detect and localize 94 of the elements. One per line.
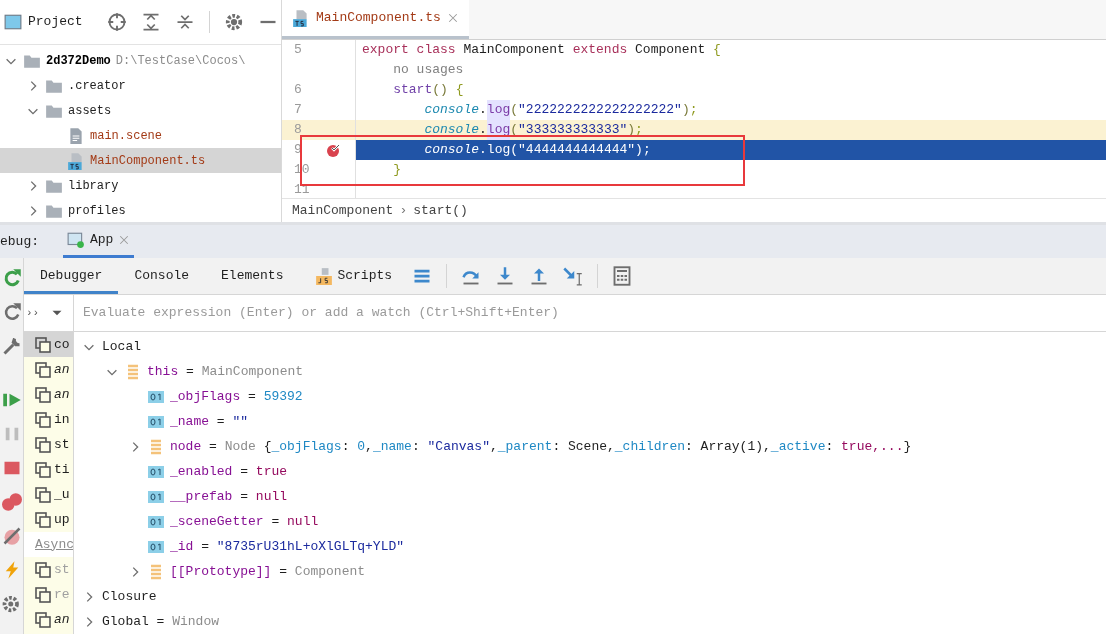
line-number: 6 (294, 81, 302, 100)
code-line: } (392, 161, 402, 180)
primitive-icon (148, 538, 164, 555)
variable-row-text: _id = "8735rU31hL+oXlGLTq+YLD" (170, 537, 405, 556)
wrench-icon[interactable] (1, 336, 22, 356)
primitive-icon (148, 463, 164, 480)
tree-item[interactable]: 2d372Demo D:\TestCase\Cocos\ (0, 48, 281, 73)
mute-breakpoints-icon[interactable] (1, 526, 22, 546)
debugger-tab[interactable]: Scripts (299, 258, 409, 294)
frame-item[interactable]: in (24, 407, 73, 432)
breakpoint-icon[interactable] (326, 142, 342, 158)
frame-icon (35, 386, 51, 403)
calculator-icon[interactable] (612, 266, 633, 286)
item-name: library (68, 177, 119, 195)
primitive-icon (148, 513, 164, 530)
frame-icon (35, 436, 51, 453)
item-path: D:\TestCase\Cocos\ (115, 52, 246, 70)
run-to-cursor-icon[interactable] (563, 266, 584, 286)
settings-icon[interactable] (223, 12, 244, 32)
object-icon (148, 438, 164, 455)
frame-item[interactable]: _u (24, 482, 73, 507)
frame-item[interactable]: an (24, 357, 73, 382)
item-name: MainComponent.ts (90, 152, 206, 170)
typescript-file-icon (67, 151, 85, 170)
primitive-icon (148, 413, 164, 430)
debugger-tab[interactable]: Elements (205, 258, 300, 294)
variable-row-text: Global = Window (102, 612, 220, 631)
variable-row-text: __prefab = null (170, 487, 288, 506)
frame-item[interactable]: st (24, 432, 73, 457)
debugger-tab[interactable]: Console (118, 258, 206, 294)
line-number: 5 (294, 41, 302, 60)
item-name: 2d372Demo (46, 52, 111, 70)
window-icon (4, 13, 22, 31)
variable-row-text: Local (102, 337, 141, 356)
panel-title: Project (28, 13, 83, 32)
frame-icon (35, 461, 51, 478)
object-icon (148, 563, 164, 580)
frame-item[interactable]: an (24, 607, 73, 632)
item-name: profiles (68, 202, 126, 220)
frame-item[interactable]: an (24, 382, 73, 407)
variable-row-text: _sceneGetter = null (170, 512, 319, 531)
variable-row-text: this = MainComponent (147, 362, 304, 381)
frame-icon (35, 361, 51, 378)
frame-icon (35, 561, 51, 578)
async-header: Async (24, 532, 73, 557)
tree-item[interactable]: MainComponent.ts (0, 148, 281, 173)
usage-hint: no usages (392, 61, 465, 80)
primitive-icon (148, 388, 164, 405)
crosshair-icon[interactable] (106, 12, 127, 32)
frame-item[interactable]: ti (24, 457, 73, 482)
variable-row-text: _enabled = true (170, 462, 288, 481)
tree-item[interactable]: assets (0, 98, 281, 123)
code-line: export class MainComponent extends Component { (361, 41, 722, 60)
frame-item[interactable]: co (24, 332, 73, 357)
breadcrumb-separator: › (399, 201, 408, 220)
tree-item[interactable]: library (0, 173, 281, 198)
step-into-icon[interactable] (495, 266, 516, 286)
object-icon (125, 363, 141, 380)
frame-icon (35, 511, 51, 528)
breadcrumb-item[interactable]: MainComponent (292, 200, 394, 221)
breadcrumb-item[interactable]: start() (413, 200, 468, 221)
frame-icon (35, 611, 51, 628)
tree-item[interactable]: main.scene (0, 123, 281, 148)
app-window-icon (67, 231, 85, 249)
code-line: start() { (392, 81, 465, 100)
item-name: main.scene (90, 127, 162, 145)
item-name: assets (68, 102, 112, 120)
editor-tab[interactable]: MainComponent.ts (282, 0, 469, 39)
tree-item[interactable]: .creator (0, 73, 281, 98)
line-number: 8 (294, 121, 302, 140)
frame-icon (35, 411, 51, 428)
typescript-file-icon (292, 8, 310, 27)
debug-label: ebug: (0, 232, 39, 251)
expand-button[interactable]: ›› (26, 304, 40, 322)
variable-row-text: [[Prototype]] = Component (170, 562, 366, 581)
close-icon[interactable] (446, 11, 459, 24)
line-number: 7 (294, 101, 302, 120)
variable-row-text: Closure (102, 587, 157, 606)
tree-item[interactable]: profiles (0, 198, 281, 222)
frame-icon (35, 486, 51, 503)
variable-row-text: _name = "" (170, 412, 249, 431)
primitive-icon (148, 488, 164, 505)
document-icon (67, 126, 85, 145)
frame-item[interactable]: up (24, 507, 73, 532)
variable-row-text: _objFlags = 59392 (170, 387, 303, 406)
variable-row-text: node = Node {_objFlags: 0,_name: "Canvas",_parent: Scene,_children: Array(1),_active: true,...} (170, 437, 912, 456)
breakpoints-icon[interactable] (1, 492, 22, 512)
frame-icon (35, 586, 51, 603)
step-out-icon[interactable] (529, 266, 550, 286)
frame-icon (35, 336, 51, 353)
code-line: console.log("2222222222222222222"); (423, 100, 699, 120)
item-name: .creator (68, 77, 126, 95)
javascript-file-icon (315, 267, 334, 285)
settings-icon[interactable] (1, 594, 22, 614)
